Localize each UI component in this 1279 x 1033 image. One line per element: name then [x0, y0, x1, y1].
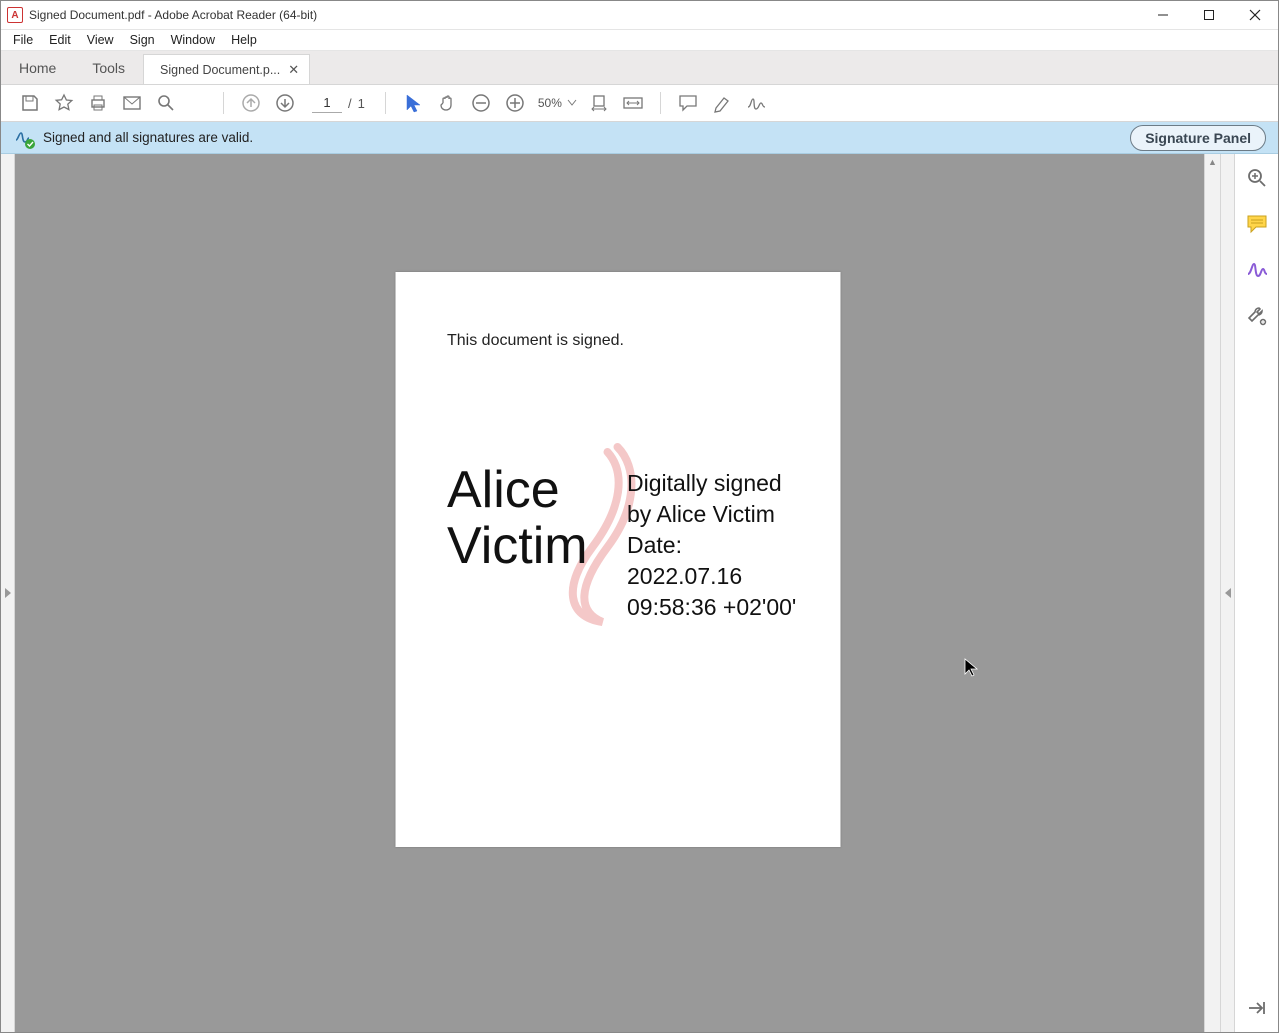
menu-window[interactable]: Window: [163, 31, 223, 49]
more-tools-icon[interactable]: [1243, 302, 1271, 330]
page-up-icon[interactable]: [234, 89, 268, 117]
pdf-page: This document is signed. Alice Victim Di…: [395, 272, 840, 847]
toolbar: / 1 50%: [1, 85, 1278, 122]
signature-detail-line: 09:58:36 +02'00': [627, 592, 796, 623]
mouse-cursor-icon: [964, 658, 978, 678]
signature-details: Digitally signed by Alice Victim Date: 2…: [627, 468, 796, 623]
right-tools-rail: [1234, 154, 1278, 1032]
zoom-out-icon[interactable]: [464, 89, 498, 117]
highlight-icon[interactable]: [705, 89, 739, 117]
zoom-in-icon[interactable]: [498, 89, 532, 117]
signature-detail-line: Date:: [627, 530, 796, 561]
scroll-up-icon[interactable]: ▲: [1205, 154, 1220, 170]
page-current-input[interactable]: [312, 93, 342, 113]
menu-edit[interactable]: Edit: [41, 31, 79, 49]
toolbar-separator: [223, 92, 224, 114]
sign-icon[interactable]: [739, 89, 773, 117]
vertical-scrollbar[interactable]: ▲: [1204, 154, 1220, 1032]
app-icon: A: [7, 7, 23, 23]
signature-detail-line: 2022.07.16: [627, 561, 796, 592]
tab-tools[interactable]: Tools: [74, 51, 143, 84]
window-title: Signed Document.pdf - Adobe Acrobat Read…: [29, 8, 317, 22]
toolbar-separator: [660, 92, 661, 114]
page-separator: /: [348, 96, 352, 111]
fit-page-icon[interactable]: [616, 89, 650, 117]
fit-width-icon[interactable]: [582, 89, 616, 117]
find-icon[interactable]: [149, 89, 183, 117]
menu-file[interactable]: File: [5, 31, 41, 49]
save-icon[interactable]: [13, 89, 47, 117]
menu-sign[interactable]: Sign: [122, 31, 163, 49]
app-window: A Signed Document.pdf - Adobe Acrobat Re…: [0, 0, 1279, 1033]
document-body-text: This document is signed.: [447, 332, 624, 350]
comment-icon[interactable]: [671, 89, 705, 117]
page-indicator: / 1: [312, 93, 365, 113]
page-down-icon[interactable]: [268, 89, 302, 117]
signer-name-line: Alice Victim: [447, 462, 588, 574]
tab-document-label: Signed Document.p...: [160, 63, 280, 77]
document-viewport[interactable]: This document is signed. Alice Victim Di…: [15, 154, 1220, 1032]
right-panel-toggle[interactable]: [1220, 154, 1234, 1032]
workspace: This document is signed. Alice Victim Di…: [1, 154, 1278, 1032]
left-panel-toggle[interactable]: [1, 154, 15, 1032]
zoom-level-label: 50%: [538, 96, 562, 110]
signature-status-banner: Signed and all signatures are valid. Sig…: [1, 122, 1278, 154]
signature-valid-icon: [13, 128, 33, 148]
sticky-note-icon[interactable]: [1243, 210, 1271, 238]
expand-tools-icon[interactable]: [1243, 994, 1271, 1022]
signature-panel-button[interactable]: Signature Panel: [1130, 125, 1266, 151]
selection-arrow-icon[interactable]: [396, 89, 430, 117]
window-maximize-button[interactable]: [1186, 1, 1232, 30]
signature-detail-line: Digitally signed: [627, 468, 796, 499]
titlebar: A Signed Document.pdf - Adobe Acrobat Re…: [1, 1, 1278, 30]
page-total: 1: [358, 96, 365, 111]
tab-document-active[interactable]: Signed Document.p... ✕: [143, 54, 310, 84]
signature-status-message: Signed and all signatures are valid.: [43, 130, 1130, 145]
print-icon[interactable]: [81, 89, 115, 117]
hand-tool-icon[interactable]: [430, 89, 464, 117]
signer-name: Alice Victim: [447, 462, 588, 574]
menu-help[interactable]: Help: [223, 31, 265, 49]
toolbar-separator: [385, 92, 386, 114]
tab-home[interactable]: Home: [1, 51, 74, 84]
tab-close-icon[interactable]: ✕: [288, 62, 299, 78]
zoom-level-select[interactable]: 50%: [538, 96, 576, 110]
signature-detail-line: by Alice Victim: [627, 499, 796, 530]
signature-field[interactable]: Alice Victim Digitally signed by Alice V…: [447, 462, 810, 662]
menubar: File Edit View Sign Window Help: [1, 30, 1278, 51]
menu-view[interactable]: View: [79, 31, 122, 49]
search-zoom-icon[interactable]: [1243, 164, 1271, 192]
window-close-button[interactable]: [1232, 1, 1278, 30]
chevron-down-icon: [568, 100, 576, 106]
window-minimize-button[interactable]: [1140, 1, 1186, 30]
mail-icon[interactable]: [115, 89, 149, 117]
tabs-bar: Home Tools Signed Document.p... ✕: [1, 51, 1278, 85]
star-icon[interactable]: [47, 89, 81, 117]
fill-sign-icon[interactable]: [1243, 256, 1271, 284]
